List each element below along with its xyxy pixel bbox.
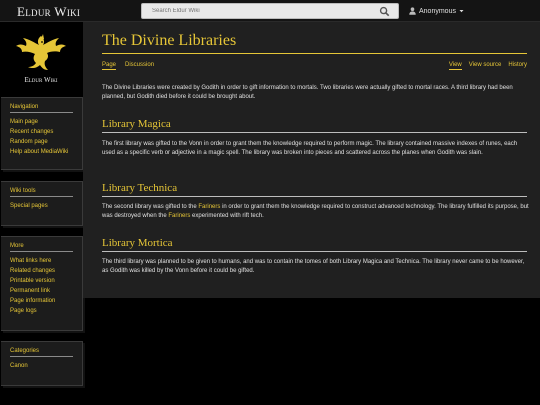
technica-text-a: The second library was gifted to the	[102, 204, 199, 210]
section-heading-library-magica: Library Magica	[102, 118, 527, 133]
search-box[interactable]	[141, 3, 399, 19]
main-content: The Divine Libraries Page Discussion Vie…	[83, 22, 540, 298]
sidebar-categories: Categories Canon	[1, 341, 83, 386]
section-text-library-technica: The second library was gifted to the Far…	[102, 203, 529, 220]
user-icon	[409, 7, 416, 15]
sidebar-item-random-page[interactable]: Random page	[10, 137, 82, 147]
caret-down-icon	[459, 10, 464, 13]
sidebar-heading-navigation: Navigation	[10, 104, 73, 113]
sidebar-wiki-tools: Wiki tools Special pages	[1, 181, 83, 226]
tab-discussion[interactable]: Discussion	[125, 62, 154, 70]
user-menu[interactable]: Anonymous	[409, 5, 464, 17]
sidebar-more: More What links here Related changes Pri…	[1, 236, 83, 331]
sidebar-item-related-changes[interactable]: Related changes	[10, 266, 82, 276]
sidebar-navigation: Navigation Main page Recent changes Rand…	[1, 97, 83, 170]
fariners-link-2[interactable]: Fariners	[168, 213, 190, 219]
sidebar-heading-wiki-tools: Wiki tools	[10, 188, 73, 197]
fariners-link[interactable]: Fariners	[198, 204, 220, 210]
page-title: The Divine Libraries	[102, 32, 527, 54]
dragon-logo-icon	[16, 34, 66, 70]
tab-view-source[interactable]: View source	[469, 62, 502, 70]
tab-page[interactable]: Page	[102, 62, 117, 70]
section-text-library-mortica: The third library was planned to be give…	[102, 259, 525, 274]
sidebar-item-page-logs[interactable]: Page logs	[10, 306, 82, 316]
site-logo[interactable]: Eldur Wiki	[8, 30, 74, 86]
view-tabs: View View source History	[448, 62, 527, 70]
sidebar-item-printable-version[interactable]: Printable version	[10, 276, 82, 286]
sidebar-heading-more: More	[10, 243, 73, 252]
user-name: Anonymous	[419, 7, 456, 15]
logo-text: Eldur Wiki	[24, 76, 58, 84]
sidebar-item-what-links-here[interactable]: What links here	[10, 256, 82, 266]
tab-view[interactable]: View	[448, 62, 462, 70]
intro-paragraph: The Divine Libraries were created by God…	[102, 85, 513, 100]
sidebar-item-help[interactable]: Help about MediaWiki	[10, 147, 82, 157]
tab-history[interactable]: History	[508, 62, 527, 70]
sidebar-item-page-information[interactable]: Page information	[10, 296, 82, 306]
sidebar-item-special-pages[interactable]: Special pages	[10, 201, 82, 211]
search-input[interactable]	[152, 5, 362, 17]
sidebar-item-permanent-link[interactable]: Permanent link	[10, 286, 82, 296]
search-icon[interactable]	[379, 6, 390, 17]
sidebar-item-category-canon[interactable]: Canon	[10, 361, 82, 371]
sidebar-item-recent-changes[interactable]: Recent changes	[10, 127, 82, 137]
section-heading-library-technica: Library Technica	[102, 182, 527, 197]
site-name[interactable]: Eldur Wiki	[17, 4, 80, 20]
section-heading-library-mortica: Library Mortica	[102, 237, 527, 252]
technica-text-c: experimented with rift tech.	[190, 212, 264, 219]
top-bar: Eldur Wiki Anonymous	[0, 0, 540, 22]
section-text-library-magica: The first library was gifted to the Vonn…	[102, 141, 518, 156]
sidebar-heading-categories: Categories	[10, 348, 73, 357]
namespace-tabs: Page Discussion	[102, 62, 154, 70]
sidebar-item-main-page[interactable]: Main page	[10, 117, 82, 127]
